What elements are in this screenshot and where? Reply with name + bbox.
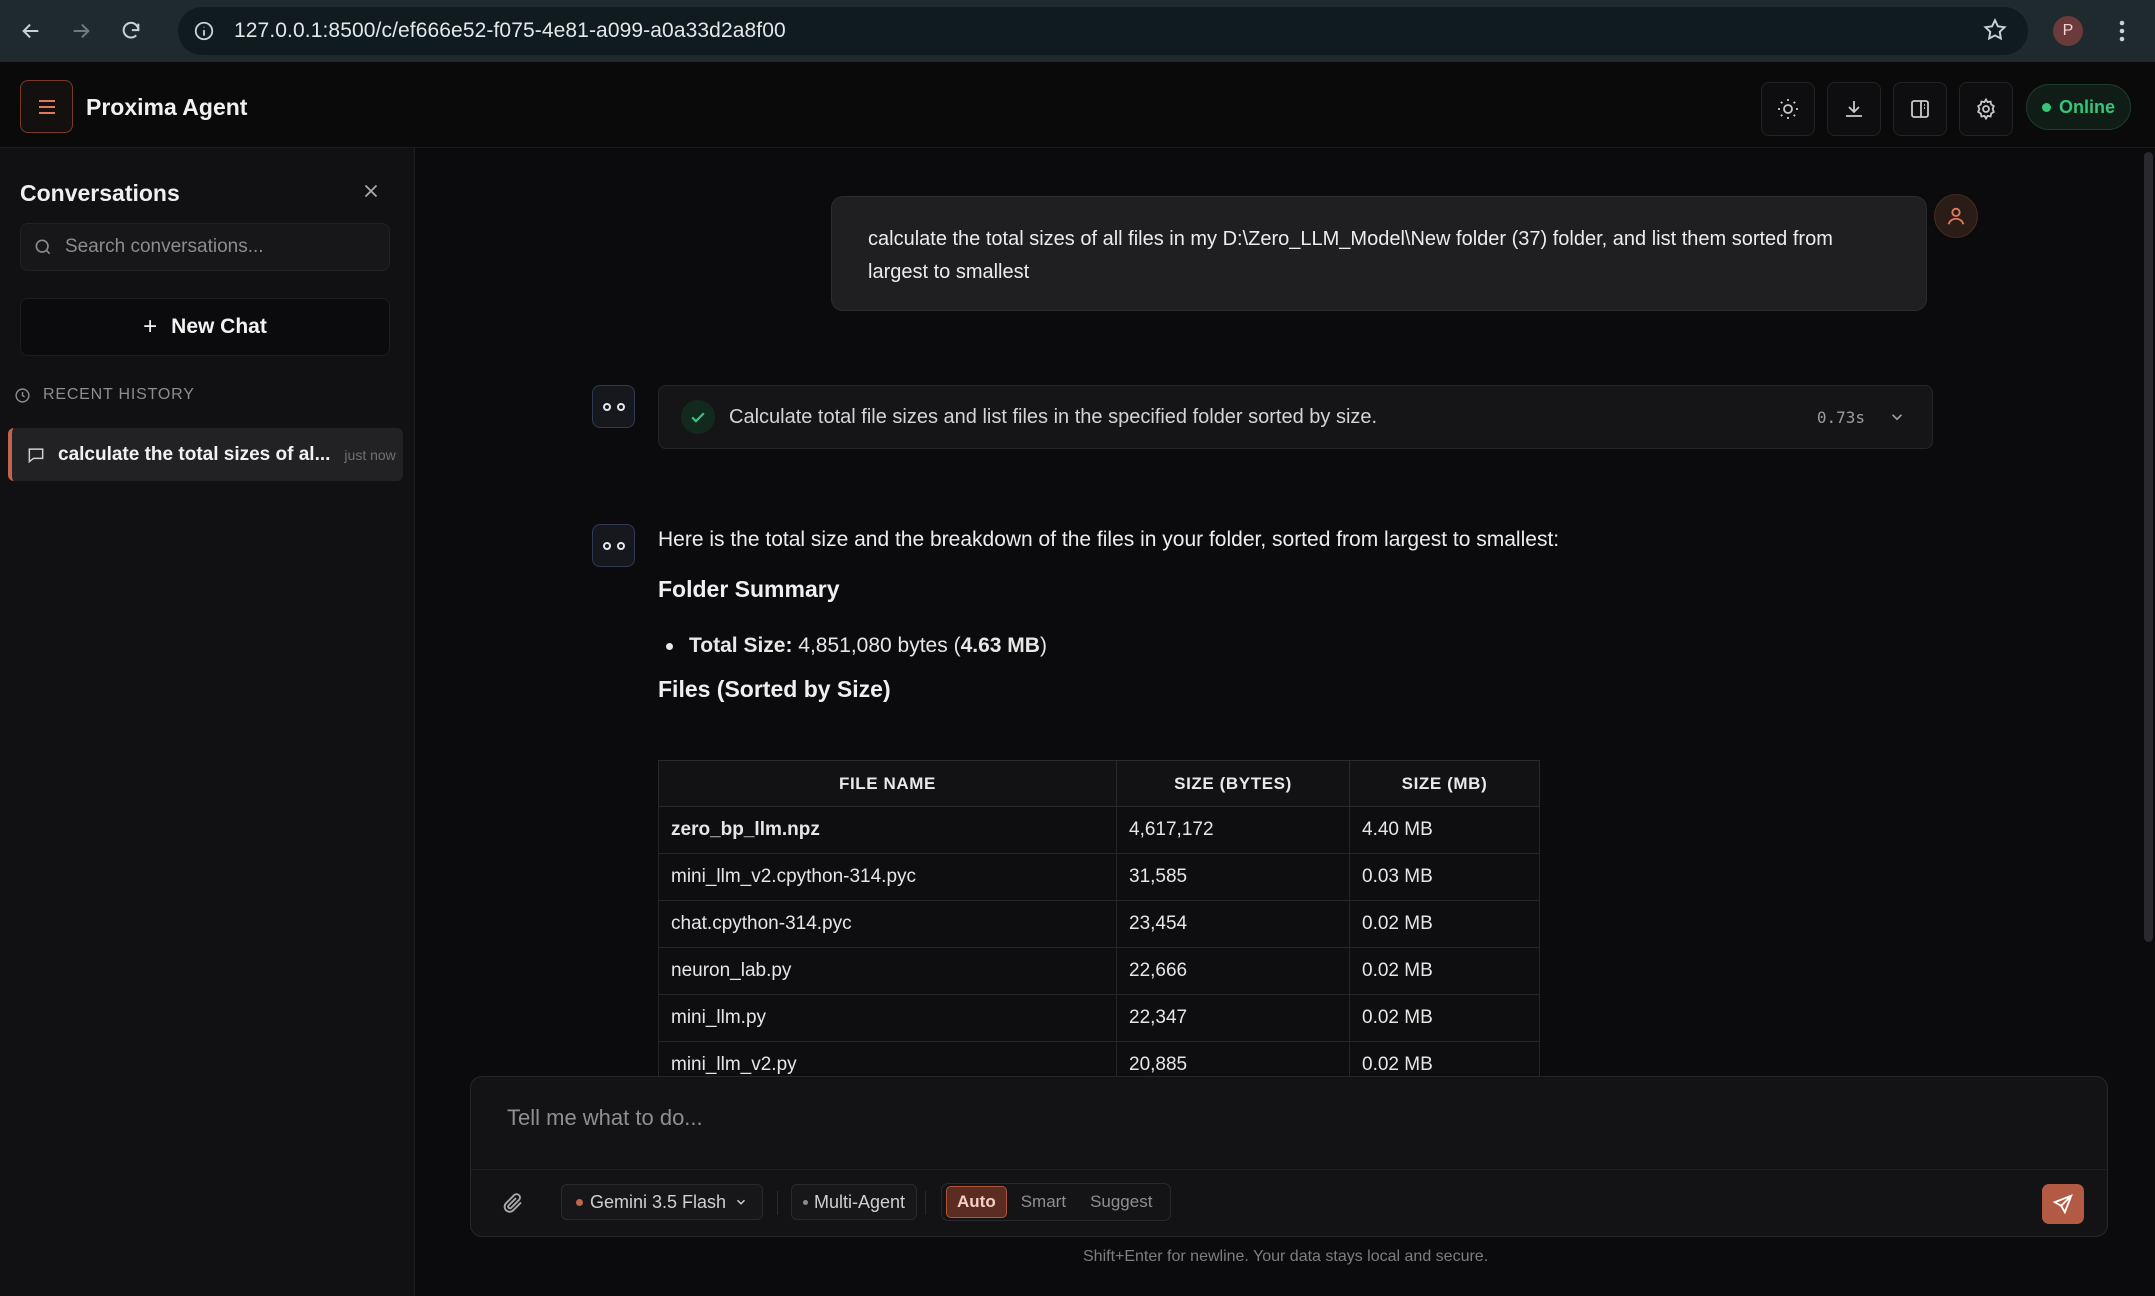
total-size-bytes: 4,851,080 bytes ( (792, 634, 961, 657)
table-row: chat.cpython-314.pyc 23,454 0.02 MB (658, 900, 1540, 948)
size-mb-cell: 4.40 MB (1349, 806, 1540, 854)
agent-answer: Here is the total size and the breakdown… (658, 528, 1908, 702)
files-table: FILE NAME SIZE (BYTES) SIZE (MB) zero_bp… (658, 760, 1540, 1089)
agent-avatar-icon (592, 385, 635, 428)
total-size-close: ) (1039, 634, 1047, 657)
address-bar[interactable]: 127.0.0.1:8500/c/ef666e52-f075-4e81-a099… (178, 7, 2028, 55)
close-icon[interactable] (360, 180, 382, 207)
back-arrow-icon[interactable] (13, 13, 49, 49)
browser-toolbar: 127.0.0.1:8500/c/ef666e52-f075-4e81-a099… (0, 0, 2155, 62)
clock-icon (14, 387, 31, 404)
file-name-cell: mini_llm_v2.cpython-314.pyc (658, 853, 1117, 901)
size-mb-cell: 0.02 MB (1349, 900, 1540, 948)
history-item-time: just now (344, 446, 396, 463)
total-size-mb: 4.63 MB (960, 634, 1040, 657)
multi-agent-label: Multi-Agent (814, 1191, 906, 1212)
new-chat-button[interactable]: + New Chat (20, 298, 390, 356)
sidebar: Conversations + New Chat RECENT HISTORY … (0, 148, 415, 1296)
model-dot (576, 1198, 583, 1206)
status-badge: Online (2026, 84, 2131, 130)
total-size-label: Total Size: (689, 634, 793, 657)
size-bytes-cell: 4,617,172 (1116, 806, 1350, 854)
theme-toggle-sun-icon[interactable] (1761, 82, 1815, 136)
profile-avatar[interactable]: P (2053, 16, 2083, 46)
check-icon (681, 400, 715, 434)
column-header-size-mb: SIZE (MB) (1349, 760, 1540, 807)
message-input[interactable] (507, 1105, 2067, 1145)
column-header-size-bytes: SIZE (BYTES) (1116, 760, 1350, 807)
recent-history-header: RECENT HISTORY (14, 386, 195, 404)
table-row: mini_llm_v2.cpython-314.pyc 31,585 0.03 … (658, 853, 1540, 901)
scrollbar[interactable] (2141, 148, 2155, 1088)
panel-toggle-icon[interactable] (1893, 82, 1947, 136)
scrollbar-thumb[interactable] (2144, 152, 2153, 942)
mode-selector: Auto Smart Suggest (941, 1183, 1172, 1221)
size-bytes-cell: 31,585 (1116, 853, 1350, 901)
user-message: calculate the total sizes of all files i… (831, 196, 1927, 311)
size-mb-cell: 0.02 MB (1349, 994, 1540, 1042)
send-button[interactable] (2042, 1184, 2084, 1224)
model-name: Gemini 3.5 Flash (590, 1191, 727, 1212)
history-item-title: calculate the total sizes of al... (58, 443, 331, 465)
table-row: mini_llm.py 22,347 0.02 MB (658, 994, 1540, 1042)
size-bytes-cell: 22,666 (1116, 947, 1350, 995)
size-bytes-cell: 23,454 (1116, 900, 1350, 948)
total-size-item: Total Size: 4,851,080 bytes ( 4.63 MB ) (666, 634, 1047, 658)
task-step-duration: 0.73s (1816, 407, 1865, 427)
paperclip-icon[interactable] (501, 1191, 525, 1220)
size-mb-cell: 0.02 MB (1349, 947, 1540, 995)
user-avatar-icon (1934, 194, 1978, 238)
task-step-card[interactable]: Calculate total file sizes and list file… (658, 385, 1933, 449)
file-name-cell: zero_bp_llm.npz (658, 806, 1117, 854)
files-heading: Files (Sorted by Size) (658, 676, 891, 702)
app-title: Proxima Agent (86, 94, 248, 120)
plus-icon: + (143, 313, 158, 340)
search-icon (33, 237, 53, 257)
new-chat-label: New Chat (171, 315, 267, 338)
mode-smart[interactable]: Smart (1011, 1187, 1076, 1217)
browser-menu-icon[interactable] (2110, 16, 2134, 51)
file-name-cell: neuron_lab.py (658, 947, 1117, 995)
file-name-cell: mini_llm.py (658, 994, 1117, 1042)
url-text: 127.0.0.1:8500/c/ef666e52-f075-4e81-a099… (234, 19, 786, 42)
table-row: zero_bp_llm.npz 4,617,172 4.40 MB (658, 806, 1540, 854)
reload-icon[interactable] (113, 13, 149, 49)
composer-hint: Shift+Enter for newline. Your data stays… (1083, 1248, 1489, 1265)
hamburger-menu-button[interactable] (20, 80, 73, 133)
sidebar-title: Conversations (20, 180, 180, 206)
app-header: Proxima Agent Online (0, 62, 2155, 148)
recent-history-label: RECENT HISTORY (43, 386, 195, 403)
model-selector[interactable]: Gemini 3.5 Flash (561, 1184, 764, 1220)
answer-intro: Here is the total size and the breakdown… (658, 528, 1560, 551)
folder-summary-heading: Folder Summary (658, 576, 840, 602)
mode-auto[interactable]: Auto (946, 1186, 1007, 1218)
table-row: neuron_lab.py 22,666 0.02 MB (658, 947, 1540, 995)
toolbar-separator (925, 1191, 926, 1215)
toolbar-separator (777, 1191, 778, 1215)
status-text: Online (2058, 96, 2115, 117)
multi-agent-dot (803, 1199, 808, 1205)
forward-arrow-icon[interactable] (63, 13, 99, 49)
multi-agent-toggle[interactable]: Multi-Agent (791, 1184, 918, 1220)
mode-suggest[interactable]: Suggest (1080, 1187, 1162, 1217)
column-header-file-name: FILE NAME (658, 760, 1117, 807)
status-dot (2041, 102, 2051, 112)
gear-icon[interactable] (1959, 82, 2013, 136)
bookmark-star-icon[interactable] (1982, 17, 2008, 48)
file-name-cell: chat.cpython-314.pyc (658, 900, 1117, 948)
message-composer: Gemini 3.5 Flash Multi-Agent Auto Smart … (470, 1076, 2108, 1237)
site-info-icon[interactable] (190, 17, 218, 45)
composer-divider (471, 1169, 2107, 1170)
search-box[interactable] (20, 223, 390, 271)
size-bytes-cell: 22,347 (1116, 994, 1350, 1042)
chat-bubble-icon (26, 445, 46, 465)
chevron-down-icon[interactable] (1888, 408, 1906, 431)
size-mb-cell: 0.03 MB (1349, 853, 1540, 901)
search-input[interactable] (65, 236, 365, 258)
history-item[interactable]: calculate the total sizes of al... just … (8, 428, 403, 481)
chevron-down-icon (734, 1195, 748, 1209)
download-icon[interactable] (1827, 82, 1881, 136)
task-step-text: Calculate total file sizes and list file… (729, 405, 1378, 428)
agent-avatar-icon (592, 524, 635, 567)
